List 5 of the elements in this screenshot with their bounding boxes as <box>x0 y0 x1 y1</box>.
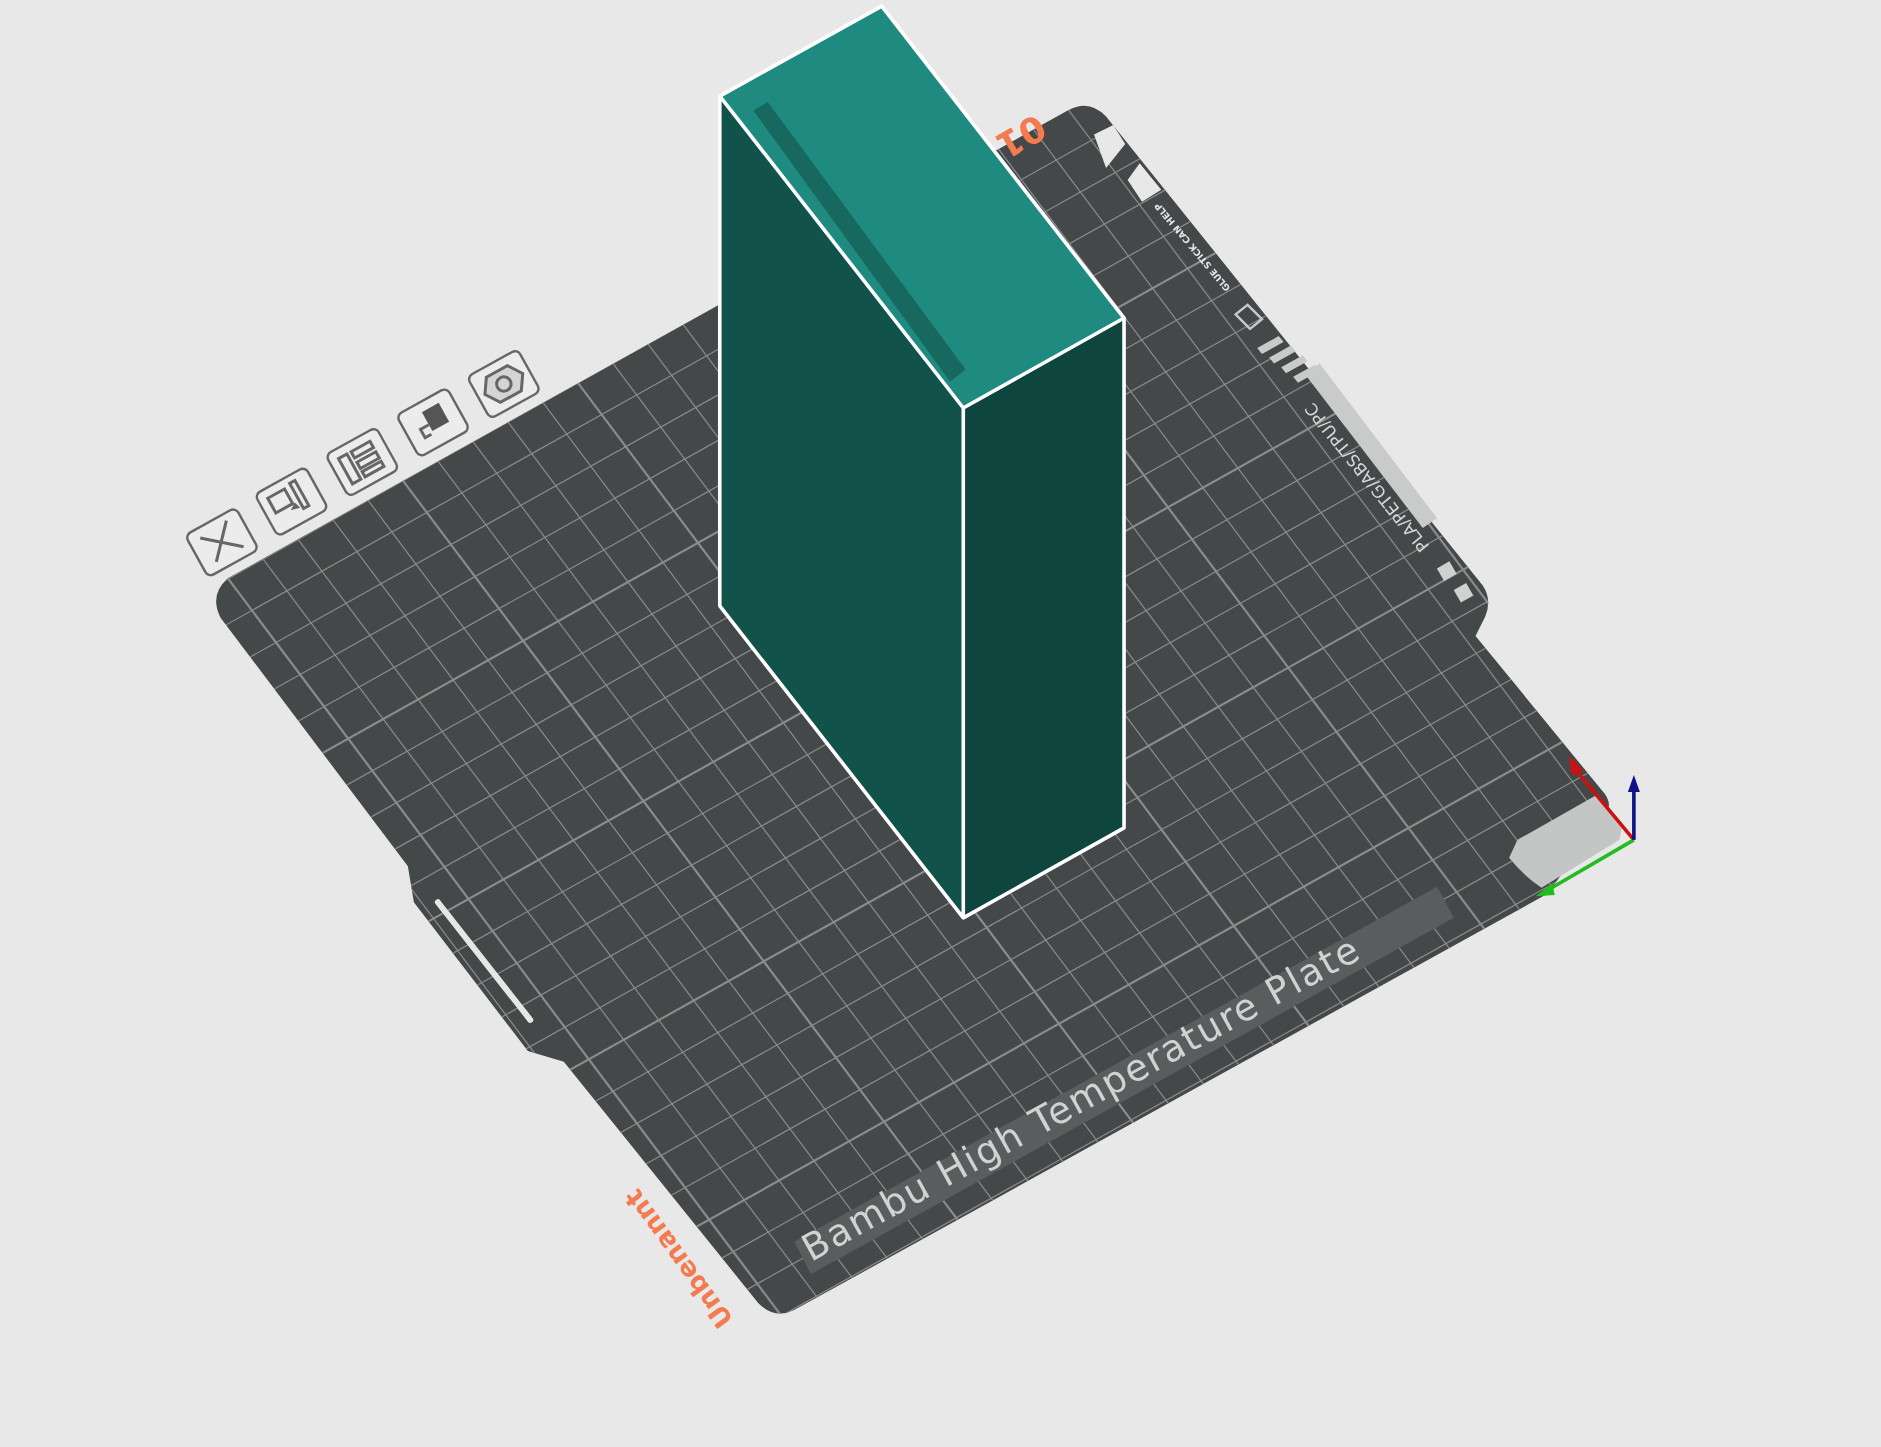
plate-number: 01 <box>989 105 1053 167</box>
plate-cutout <box>1127 163 1162 202</box>
3d-model[interactable] <box>717 4 1126 920</box>
plate-cutout <box>1094 124 1126 169</box>
axes-icon <box>1535 755 1640 897</box>
